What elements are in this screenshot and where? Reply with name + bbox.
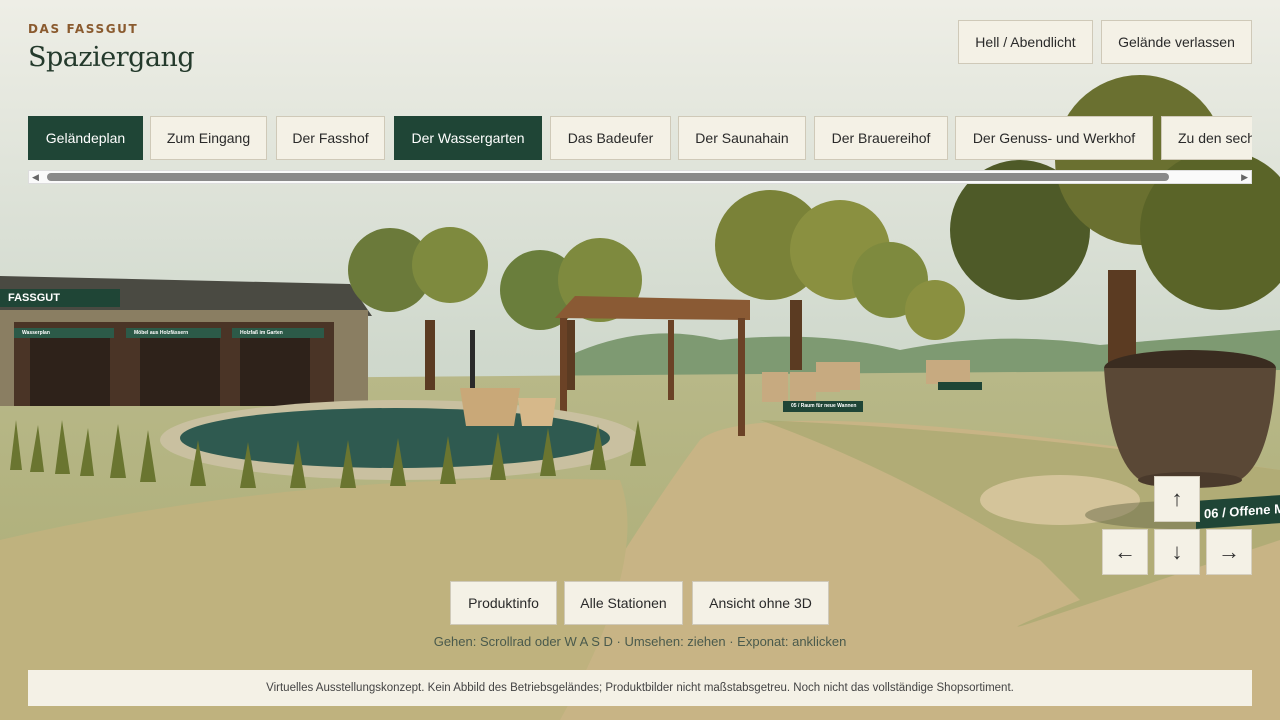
tab-zu-den-sechs[interactable]: Zu den sech — [1161, 116, 1252, 160]
tab-der-fasshof[interactable]: Der Fasshof — [276, 116, 385, 160]
scroll-thumb[interactable] — [47, 173, 1169, 181]
building-panel-1: Wasserplan — [22, 330, 50, 336]
station-tabs: Geländeplan Zum Eingang Der Fasshof Der … — [28, 116, 1252, 160]
tab-das-badeufer[interactable]: Das Badeufer — [550, 116, 671, 160]
scroll-left-icon[interactable]: ◀ — [32, 172, 39, 182]
tab-der-brauereihof[interactable]: Der Brauereihof — [814, 116, 948, 160]
controls-hint: Gehen: Scrollrad oder W A S D · Umsehen:… — [433, 634, 847, 649]
all-stations-button[interactable]: Alle Stationen — [564, 581, 683, 625]
tabs-scrollbar[interactable]: ◀ ▶ — [28, 170, 1252, 184]
tab-der-wassergarten[interactable]: Der Wassergarten — [394, 116, 542, 160]
building-panel-3: Holzfaß im Garten — [240, 330, 283, 336]
building-sign: FASSGUT — [0, 289, 68, 307]
page-title: Spaziergang — [28, 42, 195, 73]
station-label[interactable]: 05 / Raum für neue Wannen — [783, 401, 863, 412]
station-sign-small — [938, 382, 982, 390]
brand-label: DAS FASSGUT — [28, 22, 139, 36]
side-sign[interactable]: 06 / Offene M — [1196, 495, 1280, 529]
building-panel-2: Möbel aus Holzfässern — [134, 330, 189, 336]
move-down-button[interactable]: ↓ — [1154, 529, 1200, 575]
move-up-button[interactable]: ↑ — [1154, 476, 1200, 522]
move-right-button[interactable]: → — [1206, 529, 1252, 575]
view-without-3d-button[interactable]: Ansicht ohne 3D — [692, 581, 829, 625]
tab-zum-eingang[interactable]: Zum Eingang — [150, 116, 267, 160]
tab-genuss-und-werkhof[interactable]: Der Genuss- und Werkhof — [955, 116, 1153, 160]
move-left-button[interactable]: ← — [1102, 529, 1148, 575]
light-toggle-button[interactable]: Hell / Abendlicht — [958, 20, 1093, 64]
tab-gelaendeplan[interactable]: Geländeplan — [28, 116, 143, 160]
product-info-button[interactable]: Produktinfo — [450, 581, 557, 625]
tab-der-saunahain[interactable]: Der Saunahain — [678, 116, 806, 160]
leave-site-button[interactable]: Gelände verlassen — [1101, 20, 1252, 64]
scroll-right-icon[interactable]: ▶ — [1241, 172, 1248, 182]
footer-disclaimer: Virtuelles Ausstellungskonzept. Kein Abb… — [28, 670, 1252, 706]
header: DAS FASSGUT Spaziergang — [28, 22, 195, 73]
